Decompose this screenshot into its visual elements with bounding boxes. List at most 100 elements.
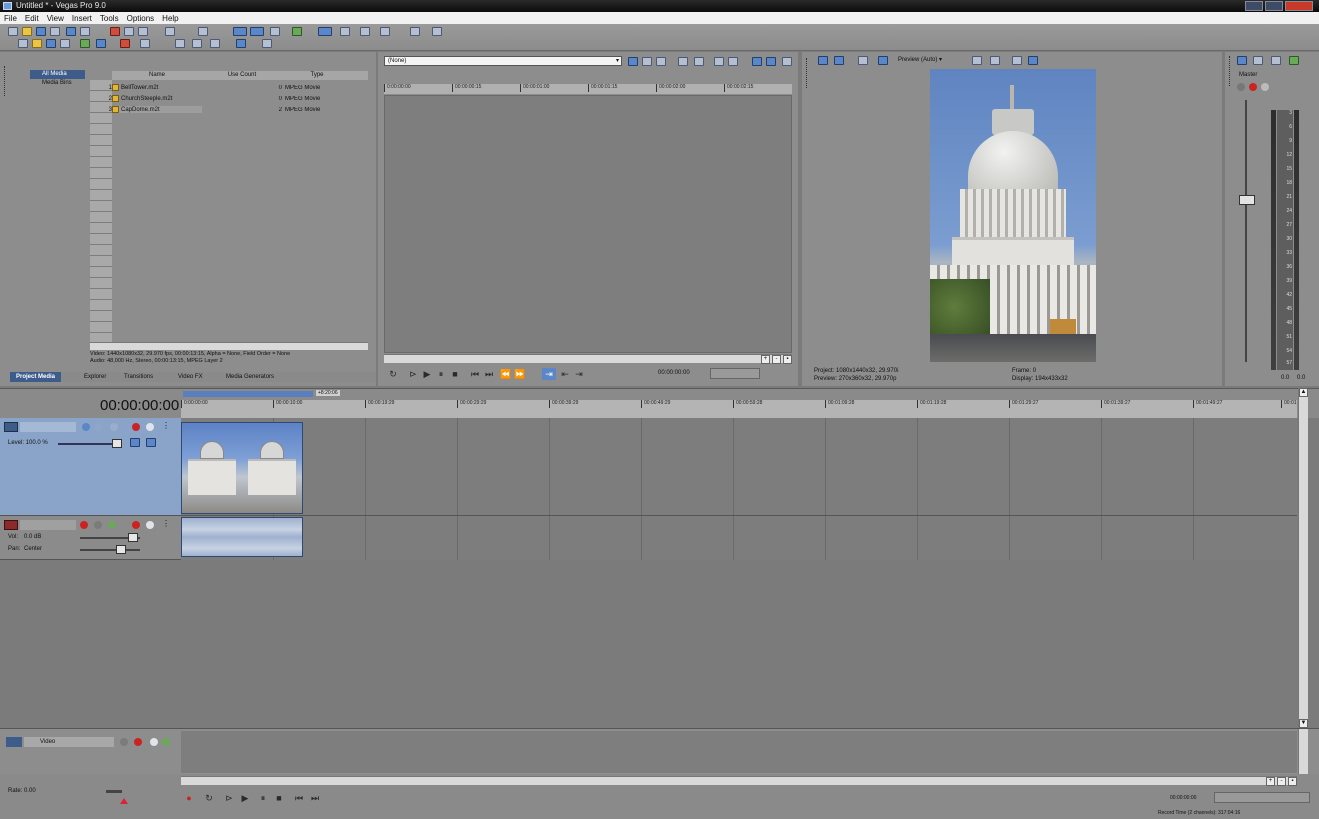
pan-thumb[interactable]: [116, 545, 126, 554]
media-list-hscrollbar[interactable]: [90, 342, 368, 350]
zoom-in-button[interactable]: +: [1266, 777, 1275, 786]
bus-vscrollbar[interactable]: [1298, 729, 1308, 775]
menu-file[interactable]: File: [4, 14, 17, 23]
media-generators-icon[interactable]: [96, 39, 106, 48]
loop-preview-icon[interactable]: [210, 39, 220, 48]
audio-fx-icon[interactable]: [108, 521, 116, 529]
solo-icon[interactable]: [146, 423, 154, 431]
insert-before-icon[interactable]: ⇤: [560, 368, 570, 380]
panel-grip[interactable]: [4, 66, 7, 96]
trimmer-view-video-icon[interactable]: [752, 57, 762, 66]
video-track-name-field[interactable]: [20, 422, 76, 432]
master-fx-button[interactable]: [1237, 83, 1245, 91]
rate-slider[interactable]: [106, 790, 122, 793]
zoom-out-button[interactable]: -: [772, 355, 781, 364]
scroll-down-button[interactable]: ▼: [1299, 719, 1308, 728]
audio-mute-icon[interactable]: [132, 521, 140, 529]
timeline-vscrollbar[interactable]: ▲ ▼: [1298, 388, 1308, 728]
menu-help[interactable]: Help: [162, 14, 178, 23]
video-track-header[interactable]: ⋮ Level: 100.0 %: [0, 418, 181, 516]
trimmer-save-icon[interactable]: [678, 57, 688, 66]
zoom-in-button[interactable]: +: [761, 355, 770, 364]
save-icon[interactable]: [36, 27, 46, 36]
trimmer-selection-field[interactable]: [710, 368, 760, 379]
panel-grip[interactable]: [1229, 56, 1232, 86]
overlays-icon[interactable]: [972, 56, 982, 65]
help-icon[interactable]: [432, 27, 442, 36]
video-event[interactable]: [181, 422, 303, 514]
stop-icon[interactable]: ■: [274, 792, 284, 804]
downmix-icon[interactable]: [1271, 56, 1281, 65]
zoom-tool-icon[interactable]: [380, 27, 390, 36]
whats-this-help-icon[interactable]: [410, 27, 420, 36]
rate-thumb[interactable]: [120, 798, 128, 804]
preview-quality-dropdown[interactable]: Preview (Auto) ▾: [898, 56, 942, 63]
tab-explorer[interactable]: Explorer: [78, 372, 112, 382]
copy-icon[interactable]: [124, 27, 134, 36]
column-type[interactable]: Type: [282, 71, 352, 80]
snap-icon[interactable]: [233, 27, 247, 36]
menu-view[interactable]: View: [47, 14, 64, 23]
pause-icon[interactable]: ⏸: [258, 792, 268, 804]
start-preview-icon[interactable]: [175, 39, 185, 48]
cut-icon[interactable]: [110, 27, 120, 36]
selection-length-field[interactable]: [1214, 792, 1310, 803]
import-media-icon[interactable]: [18, 39, 28, 48]
tree-item-all-media[interactable]: All Media: [30, 70, 85, 79]
auto-ripple-icon[interactable]: [270, 27, 280, 36]
invert-phase-icon[interactable]: [94, 521, 102, 529]
audio-track-name-field[interactable]: [20, 520, 76, 530]
timeline-ruler[interactable]: 0:00:00:00 00:00:10:00 00:00:19:29 00:00…: [181, 400, 1297, 418]
rewind-icon[interactable]: ⏪: [500, 368, 511, 380]
list-item[interactable]: ChurchSteeple.m2t 0 MPEG Movie: [112, 93, 368, 104]
save-as-icon[interactable]: [50, 27, 60, 36]
dim-output-icon[interactable]: [1289, 56, 1299, 65]
go-to-start-icon[interactable]: ⏮: [470, 368, 480, 380]
go-to-start-icon[interactable]: ⏮: [294, 792, 304, 804]
trimmer-add-icon[interactable]: [628, 57, 638, 66]
remove-media-icon[interactable]: [120, 39, 130, 48]
trimmer-media-dropdown[interactable]: (None) ▾: [384, 56, 622, 66]
render-icon[interactable]: [66, 27, 76, 36]
volume-thumb[interactable]: [128, 533, 138, 542]
paste-icon[interactable]: [138, 27, 148, 36]
tree-item-media-bins[interactable]: Media Bins: [30, 79, 85, 88]
menu-edit[interactable]: Edit: [25, 14, 39, 23]
maximize-button[interactable]: [1265, 1, 1283, 11]
go-to-end-icon[interactable]: ⏭: [484, 368, 494, 380]
play-icon[interactable]: ▶: [240, 792, 250, 804]
panel-grip[interactable]: [806, 58, 809, 88]
split-screen-icon[interactable]: [878, 56, 888, 65]
get-photo-icon[interactable]: [60, 39, 70, 48]
new-icon[interactable]: [8, 27, 18, 36]
properties-icon[interactable]: [80, 27, 90, 36]
column-name[interactable]: Name: [112, 71, 202, 80]
play-from-start-icon[interactable]: ⊳: [224, 792, 234, 804]
composite-mode-icon[interactable]: [110, 423, 118, 431]
undo-icon[interactable]: [165, 27, 175, 36]
loop-icon[interactable]: ↻: [388, 368, 398, 380]
menu-tools[interactable]: Tools: [100, 14, 119, 23]
trimmer-edit-icon[interactable]: [642, 57, 652, 66]
save-snapshot-icon[interactable]: [1028, 56, 1038, 65]
audio-event[interactable]: [181, 517, 303, 557]
trimmer-marker-icon[interactable]: [694, 57, 704, 66]
column-use-count[interactable]: Use Count: [202, 71, 282, 80]
loop-playback-icon[interactable]: ↻: [204, 792, 214, 804]
capture-video-icon[interactable]: [46, 39, 56, 48]
list-item[interactable]: BellTower.m2t 0 MPEG Movie: [112, 82, 368, 93]
audio-track-header[interactable]: ⋮ Vol: 0.0 dB Pan: Center: [0, 516, 181, 560]
project-video-properties-icon[interactable]: [818, 56, 828, 65]
add-to-timeline-icon[interactable]: ⇥: [542, 368, 556, 380]
video-fx-icon[interactable]: [858, 56, 868, 65]
external-monitor-icon[interactable]: [834, 56, 844, 65]
bus-track-name[interactable]: Video: [24, 737, 114, 747]
master-fader[interactable]: [1239, 195, 1255, 205]
bus-track-lane[interactable]: [181, 731, 1297, 773]
insert-after-icon[interactable]: ⇥: [574, 368, 584, 380]
zoom-fit-button[interactable]: ▪: [783, 355, 792, 364]
copy-to-clipboard-icon[interactable]: [1012, 56, 1022, 65]
empty-track-header-area[interactable]: [0, 560, 181, 728]
envelope-tool-icon[interactable]: [340, 27, 350, 36]
track-fx-icon[interactable]: [94, 423, 102, 431]
